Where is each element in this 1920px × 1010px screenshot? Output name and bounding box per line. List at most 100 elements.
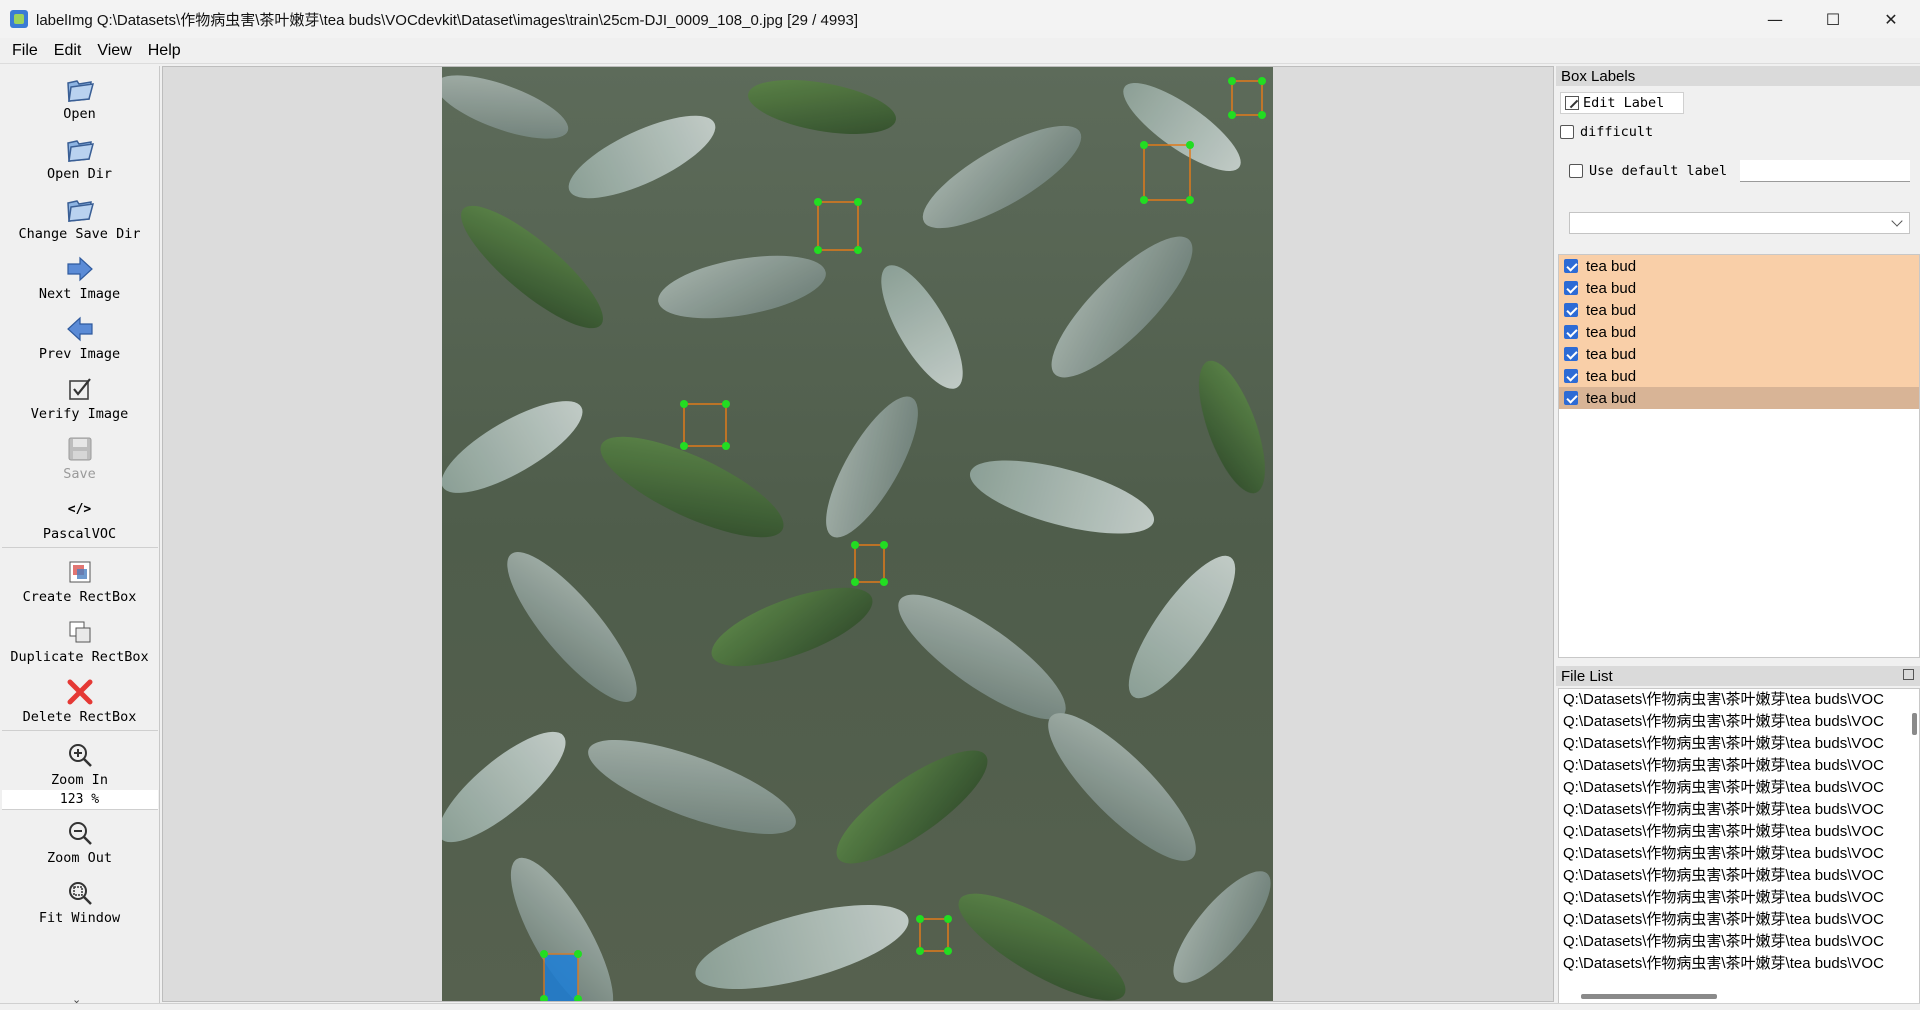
difficult-checkbox[interactable] bbox=[1560, 125, 1574, 139]
save-button[interactable]: Save bbox=[2, 426, 158, 486]
edit-label-button[interactable]: Edit Label bbox=[1560, 92, 1684, 114]
format-label: PascalVOC bbox=[42, 526, 117, 542]
file-list-item[interactable]: Q:\Datasets\作物病虫害\茶叶嫩芽\tea buds\VOC bbox=[1559, 931, 1899, 953]
maximize-button[interactable]: ☐ bbox=[1804, 0, 1862, 38]
toolbar-separator bbox=[1, 730, 158, 731]
undock-icon[interactable] bbox=[1903, 669, 1914, 680]
zoom-out-icon bbox=[65, 818, 95, 848]
label-visible-checkbox[interactable] bbox=[1564, 347, 1578, 361]
menu-file[interactable]: File bbox=[4, 42, 46, 60]
code-icon: </> bbox=[67, 501, 92, 517]
horizontal-scrollbar[interactable] bbox=[1581, 994, 1717, 999]
zoom-in-label: Zoom In bbox=[51, 772, 108, 788]
open-dir-button[interactable]: Open Dir bbox=[2, 126, 158, 186]
use-default-label-checkbox[interactable] bbox=[1569, 164, 1583, 178]
label-visible-checkbox[interactable] bbox=[1564, 325, 1578, 339]
selected-annotation-box[interactable] bbox=[543, 953, 579, 1002]
copy-icon bbox=[65, 617, 95, 647]
verify-image-button[interactable]: Verify Image bbox=[2, 366, 158, 426]
delete-rectbox-label: Delete RectBox bbox=[22, 709, 137, 725]
file-list: Q:\Datasets\作物病虫害\茶叶嫩芽\tea buds\VOC Q:\D… bbox=[1558, 688, 1920, 1004]
difficult-checkbox-row[interactable]: difficult bbox=[1560, 124, 1653, 140]
status-bar bbox=[0, 1003, 1920, 1010]
label-text: tea bud bbox=[1586, 345, 1637, 363]
file-list-item[interactable]: Q:\Datasets\作物病虫害\茶叶嫩芽\tea buds\VOC bbox=[1559, 711, 1899, 733]
file-list-title-text: File List bbox=[1561, 667, 1613, 685]
menu-edit[interactable]: Edit bbox=[46, 42, 90, 60]
checkbox-icon bbox=[65, 374, 95, 404]
file-list-item[interactable]: Q:\Datasets\作物病虫害\茶叶嫩芽\tea buds\VOC bbox=[1559, 733, 1899, 755]
label-visible-checkbox[interactable] bbox=[1564, 281, 1578, 295]
image-canvas[interactable] bbox=[162, 66, 1554, 1002]
arrow-right-icon bbox=[65, 254, 95, 284]
vertical-scrollbar[interactable] bbox=[1912, 713, 1917, 735]
label-visible-checkbox[interactable] bbox=[1564, 369, 1578, 383]
open-button[interactable]: Open bbox=[2, 66, 158, 126]
label-list-item[interactable]: tea bud bbox=[1559, 343, 1919, 365]
save-label: Save bbox=[63, 466, 96, 482]
file-list-item[interactable]: Q:\Datasets\作物病虫害\茶叶嫩芽\tea buds\VOC bbox=[1559, 887, 1899, 909]
arrow-left-icon bbox=[65, 314, 95, 344]
new-box-icon bbox=[65, 557, 95, 587]
edit-label-text: Edit Label bbox=[1583, 95, 1665, 111]
change-save-dir-label: Change Save Dir bbox=[18, 226, 141, 242]
next-image-button[interactable]: Next Image bbox=[2, 246, 158, 306]
zoom-in-button[interactable]: Zoom In bbox=[2, 732, 158, 790]
label-list-item[interactable]: tea bud bbox=[1559, 277, 1919, 299]
delete-rectbox-button[interactable]: Delete RectBox bbox=[2, 669, 158, 729]
zoom-out-label: Zoom Out bbox=[46, 850, 113, 866]
next-image-label: Next Image bbox=[38, 286, 121, 302]
title-bar: labelImg Q:\Datasets\作物病虫害\茶叶嫩芽\tea buds… bbox=[0, 0, 1920, 38]
menu-view[interactable]: View bbox=[89, 42, 139, 60]
file-list-item[interactable]: Q:\Datasets\作物病虫害\茶叶嫩芽\tea buds\VOC bbox=[1559, 689, 1899, 711]
folder-icon bbox=[65, 194, 95, 224]
label-text: tea bud bbox=[1586, 279, 1637, 297]
format-toggle-button[interactable]: </> PascalVOC bbox=[2, 486, 158, 546]
label-list-item[interactable]: tea bud bbox=[1559, 321, 1919, 343]
file-list-item[interactable]: Q:\Datasets\作物病虫害\茶叶嫩芽\tea buds\VOC bbox=[1559, 909, 1899, 931]
label-visible-checkbox[interactable] bbox=[1564, 391, 1578, 405]
file-list-item[interactable]: Q:\Datasets\作物病虫害\茶叶嫩芽\tea buds\VOC bbox=[1559, 755, 1899, 777]
label-list-item-selected[interactable]: tea bud bbox=[1559, 387, 1919, 409]
change-save-dir-button[interactable]: Change Save Dir bbox=[2, 186, 158, 246]
file-list-item[interactable]: Q:\Datasets\作物病虫害\茶叶嫩芽\tea buds\VOC bbox=[1559, 953, 1899, 975]
open-label: Open bbox=[63, 106, 96, 122]
duplicate-rectbox-button[interactable]: Duplicate RectBox bbox=[2, 609, 158, 669]
window-title: labelImg Q:\Datasets\作物病虫害\茶叶嫩芽\tea buds… bbox=[36, 11, 859, 29]
create-rectbox-button[interactable]: Create RectBox bbox=[2, 549, 158, 609]
menu-bar: File Edit View Help bbox=[0, 38, 1920, 64]
label-list-item[interactable]: tea bud bbox=[1559, 365, 1919, 387]
menu-help[interactable]: Help bbox=[140, 42, 189, 60]
box-labels-title-text: Box Labels bbox=[1561, 67, 1636, 85]
label-list-item[interactable]: tea bud bbox=[1559, 299, 1919, 321]
minimize-button[interactable]: — bbox=[1746, 0, 1804, 38]
file-list-item[interactable]: Q:\Datasets\作物病虫害\茶叶嫩芽\tea buds\VOC bbox=[1559, 843, 1899, 865]
fit-window-label: Fit Window bbox=[38, 910, 121, 926]
use-default-label-row[interactable]: Use default label bbox=[1569, 163, 1727, 179]
file-list-item[interactable]: Q:\Datasets\作物病虫害\茶叶嫩芽\tea buds\VOC bbox=[1559, 865, 1899, 887]
file-list-title: File List bbox=[1556, 666, 1920, 686]
verify-image-label: Verify Image bbox=[30, 406, 129, 422]
file-list-item[interactable]: Q:\Datasets\作物病虫害\茶叶嫩芽\tea buds\VOC bbox=[1559, 821, 1899, 843]
label-visible-checkbox[interactable] bbox=[1564, 259, 1578, 273]
chevron-down-icon bbox=[1891, 215, 1903, 227]
folder-icon bbox=[65, 74, 95, 104]
floppy-icon bbox=[65, 434, 95, 464]
label-list-item[interactable]: tea bud bbox=[1559, 255, 1919, 277]
box-labels-title: Box Labels bbox=[1556, 66, 1920, 86]
app-icon bbox=[10, 10, 28, 28]
label-combo-box[interactable] bbox=[1569, 212, 1910, 234]
default-label-input[interactable] bbox=[1740, 160, 1910, 182]
label-text: tea bud bbox=[1586, 323, 1637, 341]
file-list-item[interactable]: Q:\Datasets\作物病虫害\茶叶嫩芽\tea buds\VOC bbox=[1559, 799, 1899, 821]
zoom-out-button[interactable]: Zoom Out bbox=[2, 810, 158, 870]
toolbar-separator bbox=[1, 547, 158, 548]
fit-window-button[interactable]: Fit Window bbox=[2, 870, 158, 930]
close-button[interactable]: ✕ bbox=[1862, 0, 1920, 38]
zoom-level-field[interactable]: 123 % bbox=[1, 790, 158, 810]
prev-image-button[interactable]: Prev Image bbox=[2, 306, 158, 366]
label-visible-checkbox[interactable] bbox=[1564, 303, 1578, 317]
file-list-item[interactable]: Q:\Datasets\作物病虫害\茶叶嫩芽\tea buds\VOC bbox=[1559, 777, 1899, 799]
pencil-icon bbox=[1565, 96, 1579, 110]
delete-x-icon bbox=[65, 677, 95, 707]
